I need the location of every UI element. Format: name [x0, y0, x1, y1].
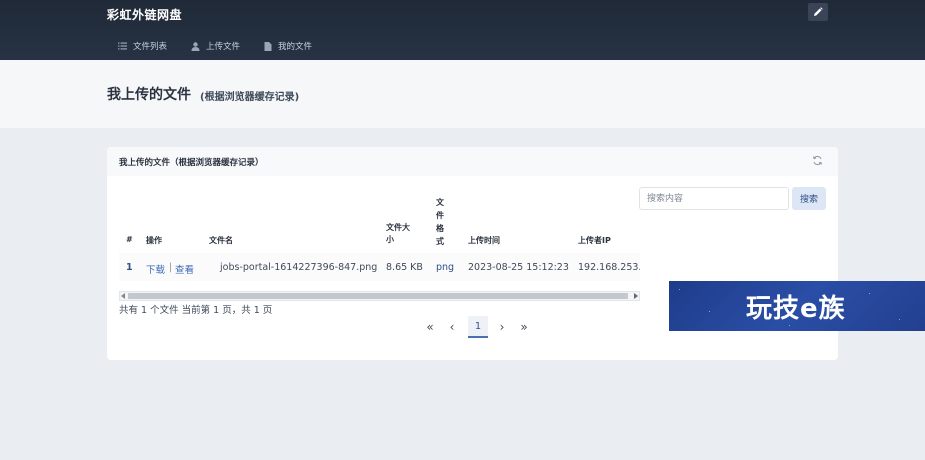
scroll-right-arrow-icon[interactable] [634, 293, 638, 299]
view-link[interactable]: 查看 [175, 262, 194, 276]
row-filename: jobs-portal-1614227396-847.png [220, 262, 378, 273]
row-size: 8.65 KB [386, 262, 423, 273]
brand-title[interactable]: 彩虹外链网盘 [107, 6, 182, 23]
file-icon [264, 41, 272, 51]
top-navbar: 彩虹外链网盘 文件列表 上传文件 我的文件 [0, 0, 925, 60]
card-header: 我上传的文件（根据浏览器缓存记录） [107, 147, 838, 176]
scroll-left-arrow-icon[interactable] [121, 293, 125, 299]
column-header-time: 上传时间 [468, 236, 500, 245]
last-page-button[interactable]: » [514, 316, 534, 338]
column-header-filename: 文件名 [209, 236, 233, 245]
watermark-banner: 玩技e族 [669, 281, 925, 331]
row-index: 1 [126, 262, 133, 273]
row-ip: 192.168.253.* [578, 262, 640, 273]
nav-label: 上传文件 [206, 42, 241, 52]
nav-item-file-list[interactable]: 文件列表 [118, 40, 167, 52]
page-title: 我上传的文件 [107, 87, 191, 103]
nav-item-upload[interactable]: 上传文件 [191, 40, 240, 52]
page-subtitle: (根据浏览器缓存记录) [200, 92, 300, 103]
scrollbar-thumb[interactable] [128, 293, 628, 299]
pagination-summary: 共有 1 个文件 当前第 1 页，共 1 页 [119, 305, 273, 316]
next-page-button[interactable]: › [492, 316, 512, 338]
upload-icon [191, 41, 200, 51]
nav-item-my-files[interactable]: 我的文件 [264, 40, 312, 52]
column-header-size: 文件大小 [386, 223, 410, 244]
action-separator: | [169, 262, 173, 273]
column-header-ip: 上传者IP [578, 236, 611, 245]
pencil-icon [814, 7, 823, 16]
main-nav: 文件列表 上传文件 我的文件 [118, 40, 336, 52]
page-1-button[interactable]: 1 [468, 316, 488, 338]
refresh-icon[interactable] [812, 155, 823, 166]
edit-button[interactable] [808, 3, 828, 21]
first-page-button[interactable]: « [420, 316, 440, 338]
column-header-index: # [126, 235, 133, 244]
nav-label: 我的文件 [278, 42, 313, 52]
row-format: png [436, 262, 455, 273]
column-header-format: 文件格式 [436, 198, 444, 246]
column-header-actions: 操作 [146, 236, 162, 245]
search-button[interactable]: 搜索 [792, 187, 826, 210]
nav-label: 文件列表 [133, 42, 168, 52]
pagination: « ‹ 1 › » [420, 316, 536, 338]
prev-page-button[interactable]: ‹ [442, 316, 462, 338]
watermark-logo-text: 玩技e族 [746, 294, 846, 324]
row-time: 2023-08-25 15:12:23 [468, 262, 569, 273]
search-input[interactable] [639, 187, 789, 210]
list-icon [118, 42, 127, 50]
horizontal-scrollbar[interactable] [119, 291, 640, 301]
card-title: 我上传的文件（根据浏览器缓存记录） [119, 158, 264, 168]
download-link[interactable]: 下载 [146, 262, 165, 276]
